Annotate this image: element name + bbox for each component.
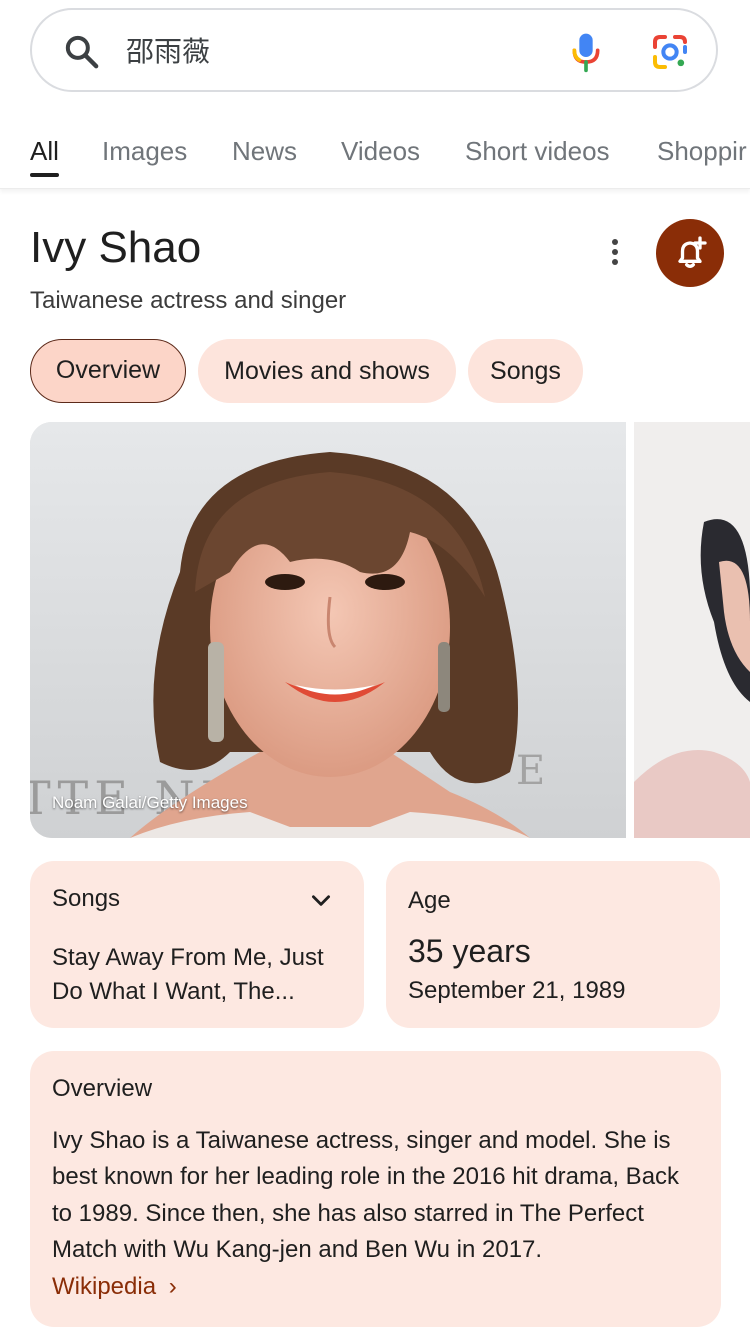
songs-card-value-line2: Do What I Want, The... <box>52 978 295 1005</box>
songs-card-label: Songs <box>52 885 121 912</box>
google-lens-icon[interactable] <box>650 32 690 72</box>
wikipedia-link[interactable]: Wikipedia › <box>52 1269 177 1305</box>
entity-subtitle: Taiwanese actress and singer <box>30 287 347 314</box>
tab-videos[interactable]: Videos <box>341 134 420 168</box>
age-value: 35 years <box>408 933 531 969</box>
wikipedia-link-label[interactable]: Wikipedia <box>52 1273 156 1300</box>
portrait-image-secondary <box>634 422 750 838</box>
more-vert-icon[interactable] <box>600 230 630 274</box>
age-card[interactable]: Age 35 years September 21, 1989 <box>386 861 720 1028</box>
chevron-down-icon[interactable] <box>308 887 334 913</box>
search-icon[interactable] <box>62 32 102 72</box>
chip-songs[interactable]: Songs <box>468 339 583 403</box>
tab-short-videos[interactable]: Short videos <box>465 134 610 168</box>
overview-description: Ivy Shao is a Taiwanese actress, singer … <box>52 1127 680 1264</box>
songs-card[interactable]: Songs Stay Away From Me, Just Do What I … <box>30 861 364 1028</box>
search-tabs: All Images News Videos Short videos Shop… <box>0 120 750 189</box>
search-bar[interactable]: 邵雨薇 <box>30 8 718 92</box>
entity-photo[interactable]: TTE NEW E <box>30 422 626 838</box>
tab-shopping[interactable]: Shoppir <box>657 134 747 168</box>
tab-news[interactable]: News <box>232 134 297 168</box>
search-query[interactable]: 邵雨薇 <box>126 32 210 72</box>
overview-card-label: Overview <box>52 1075 153 1102</box>
add-notification-bell-icon <box>678 236 707 268</box>
portrait-image: TTE NEW E <box>30 422 626 838</box>
songs-card-value-line1: Stay Away From Me, Just <box>52 944 324 971</box>
svg-text:E: E <box>516 748 545 794</box>
active-tab-indicator <box>30 173 59 177</box>
birth-date: September 21, 1989 <box>408 977 626 1004</box>
image-credit: Noam Galai/Getty Images <box>52 793 248 812</box>
entity-photo-secondary[interactable] <box>634 422 750 838</box>
mic-icon[interactable] <box>566 30 606 74</box>
chip-overview[interactable]: Overview <box>30 339 186 403</box>
tab-all[interactable]: All <box>30 134 59 168</box>
tab-images[interactable]: Images <box>102 134 187 168</box>
entity-title: Ivy Shao <box>30 223 202 272</box>
chip-movies-and-shows[interactable]: Movies and shows <box>198 339 456 403</box>
age-card-label: Age <box>408 887 451 914</box>
overview-card: Overview Ivy Shao is a Taiwanese actress… <box>30 1051 721 1327</box>
follow-button[interactable] <box>656 219 724 287</box>
chevron-right-icon: › <box>168 1273 177 1300</box>
